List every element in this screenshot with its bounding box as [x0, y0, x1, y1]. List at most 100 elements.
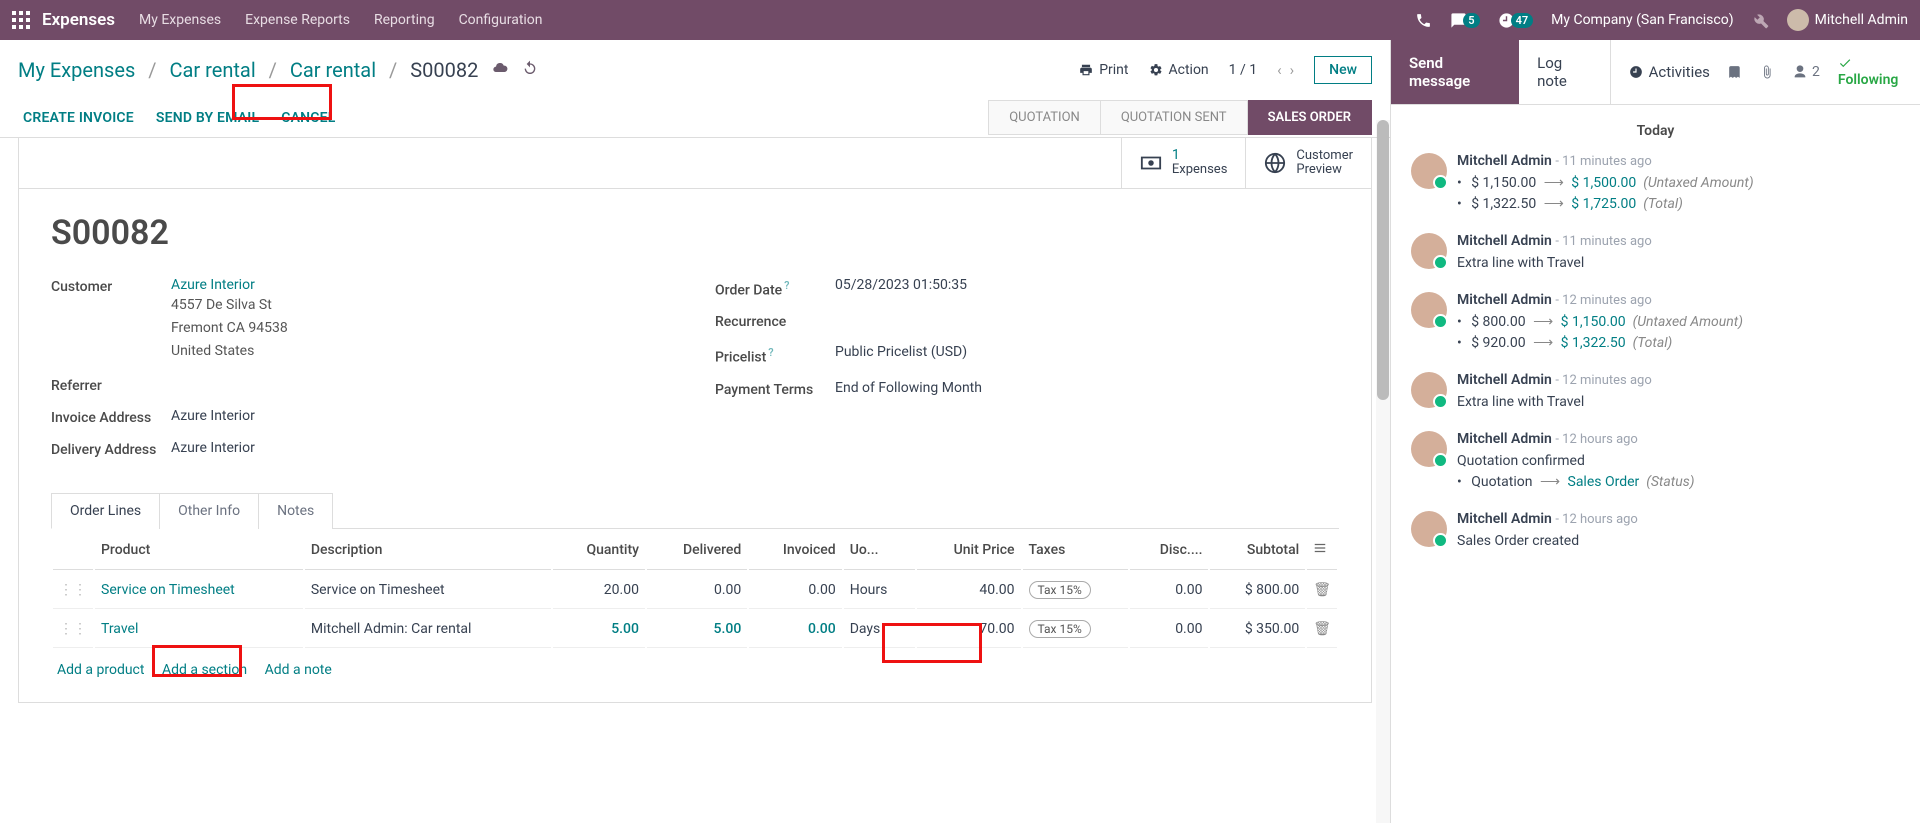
table-row[interactable]: ⋮⋮ Service on Timesheet Service on Times… [53, 572, 1337, 609]
help-icon[interactable]: ? [784, 279, 789, 292]
invoiced-cell[interactable]: 0.00 [749, 572, 841, 609]
uom-cell[interactable]: Hours [844, 572, 915, 609]
uom-cell[interactable]: Days [844, 611, 915, 648]
menu-reporting[interactable]: Reporting [374, 12, 435, 28]
print-button[interactable]: Print [1079, 62, 1128, 78]
company-switcher[interactable]: My Company (San Francisco) [1551, 12, 1733, 28]
app-brand[interactable]: Expenses [42, 10, 115, 30]
description-cell[interactable]: Service on Timesheet [305, 572, 551, 609]
message: Mitchell Admin - 12 minutes ago Extra li… [1411, 372, 1900, 413]
col-uom[interactable]: Uo... [844, 531, 915, 570]
message-author[interactable]: Mitchell Admin [1457, 511, 1552, 527]
tax-cell[interactable]: Tax 15% [1023, 572, 1129, 609]
disc-cell[interactable]: 0.00 [1130, 611, 1208, 648]
message-author[interactable]: Mitchell Admin [1457, 292, 1552, 308]
stat-expenses[interactable]: 1Expenses [1121, 138, 1246, 188]
disc-cell[interactable]: 0.00 [1130, 572, 1208, 609]
following-button[interactable]: Following [1838, 56, 1906, 88]
payment-terms-value[interactable]: End of Following Month [835, 380, 1339, 396]
delivery-address-label: Delivery Address [51, 440, 171, 458]
message-author[interactable]: Mitchell Admin [1457, 153, 1552, 169]
col-quantity[interactable]: Quantity [553, 531, 645, 570]
subtotal-cell: $ 350.00 [1210, 611, 1305, 648]
message-author[interactable]: Mitchell Admin [1457, 372, 1552, 388]
help-icon[interactable]: ? [768, 346, 773, 359]
message-author[interactable]: Mitchell Admin [1457, 431, 1552, 447]
invoice-address-value[interactable]: Azure Interior [171, 408, 675, 424]
action-button[interactable]: Action [1149, 62, 1209, 78]
delete-row-icon[interactable]: 🗑 [1307, 572, 1337, 609]
table-row[interactable]: ⋮⋮ Travel Mitchell Admin: Car rental 5.0… [53, 611, 1337, 648]
create-invoice-button[interactable]: CREATE INVOICE [23, 110, 134, 126]
prev-record[interactable]: ‹ [1273, 61, 1286, 79]
tab-order-lines[interactable]: Order Lines [51, 493, 160, 529]
drag-handle-icon[interactable]: ⋮⋮ [53, 611, 93, 648]
message-change: • $ 1,322.50 ⟶ $ 1,725.00 (Total) [1457, 194, 1900, 215]
send-message-button[interactable]: Send message [1391, 40, 1519, 104]
add-section-link[interactable]: Add a section [162, 662, 247, 678]
scrollbar[interactable] [1376, 120, 1390, 823]
menu-configuration[interactable]: Configuration [459, 12, 543, 28]
breadcrumb-car-rental-1[interactable]: Car rental [170, 58, 256, 82]
delivery-address-value[interactable]: Azure Interior [171, 440, 675, 456]
status-sales-order[interactable]: SALES ORDER [1248, 100, 1372, 135]
status-quotation[interactable]: QUOTATION [988, 100, 1101, 135]
message-change: • $ 800.00 ⟶ $ 1,150.00 (Untaxed Amount) [1457, 312, 1900, 333]
log-note-button[interactable]: Log note [1519, 40, 1609, 104]
followers-button[interactable]: 2 [1792, 64, 1820, 80]
menu-my-expenses[interactable]: My Expenses [139, 12, 221, 28]
next-record[interactable]: › [1286, 61, 1299, 79]
drag-handle-icon[interactable]: ⋮⋮ [53, 572, 93, 609]
delete-row-icon[interactable]: 🗑 [1307, 611, 1337, 648]
col-unit-price[interactable]: Unit Price [917, 531, 1021, 570]
avatar-icon [1411, 511, 1447, 547]
cloud-icon[interactable] [492, 60, 508, 80]
invoiced-cell[interactable]: 0.00 [749, 611, 841, 648]
new-button[interactable]: New [1314, 56, 1372, 84]
tab-notes[interactable]: Notes [258, 493, 333, 529]
add-product-link[interactable]: Add a product [57, 662, 144, 678]
price-cell[interactable]: 40.00 [917, 572, 1021, 609]
undo-icon[interactable] [522, 60, 538, 80]
stat-customer-preview[interactable]: CustomerPreview [1245, 138, 1371, 188]
pager: 1 / 1 [1229, 62, 1257, 78]
col-delivered[interactable]: Delivered [647, 531, 747, 570]
breadcrumb-my-expenses[interactable]: My Expenses [18, 58, 135, 82]
quantity-cell[interactable]: 5.00 [553, 611, 645, 648]
wrench-icon[interactable] [1752, 12, 1769, 29]
tax-cell[interactable]: Tax 15% [1023, 611, 1129, 648]
col-invoiced[interactable]: Invoiced [749, 531, 841, 570]
tab-other-info[interactable]: Other Info [159, 493, 259, 529]
description-cell[interactable]: Mitchell Admin: Car rental [305, 611, 551, 648]
send-email-button[interactable]: SEND BY EMAIL [156, 110, 259, 126]
quantity-cell[interactable]: 20.00 [553, 572, 645, 609]
status-quotation-sent[interactable]: QUOTATION SENT [1101, 100, 1248, 135]
settings-icon[interactable] [1313, 541, 1327, 555]
delivered-cell[interactable]: 0.00 [647, 572, 747, 609]
delivered-cell[interactable]: 5.00 [647, 611, 747, 648]
col-subtotal[interactable]: Subtotal [1210, 531, 1305, 570]
breadcrumb-car-rental-2[interactable]: Car rental [290, 58, 376, 82]
customer-value[interactable]: Azure Interior [171, 277, 255, 293]
phone-icon[interactable] [1415, 12, 1432, 29]
col-product[interactable]: Product [95, 531, 303, 570]
pricelist-value[interactable]: Public Pricelist (USD) [835, 344, 1339, 360]
attachment-icon[interactable] [1760, 64, 1774, 80]
order-date-value[interactable]: 05/28/2023 01:50:35 [835, 277, 1339, 293]
breadcrumb-current: S00082 [410, 58, 478, 82]
menu-expense-reports[interactable]: Expense Reports [245, 12, 350, 28]
col-taxes[interactable]: Taxes [1023, 531, 1129, 570]
add-note-link[interactable]: Add a note [265, 662, 332, 678]
col-description[interactable]: Description [305, 531, 551, 570]
user-menu[interactable]: Mitchell Admin [1787, 9, 1908, 31]
book-icon[interactable] [1728, 64, 1742, 80]
product-cell[interactable]: Service on Timesheet [101, 582, 235, 598]
order-number: S00082 [51, 213, 1339, 253]
cancel-button[interactable]: CANCEL [281, 110, 335, 126]
apps-icon[interactable] [12, 11, 30, 29]
message-author[interactable]: Mitchell Admin [1457, 233, 1552, 249]
product-cell[interactable]: Travel [101, 621, 138, 637]
price-cell[interactable]: 70.00 [917, 611, 1021, 648]
col-disc[interactable]: Disc.... [1130, 531, 1208, 570]
activities-button[interactable]: Activities [1610, 40, 1728, 104]
